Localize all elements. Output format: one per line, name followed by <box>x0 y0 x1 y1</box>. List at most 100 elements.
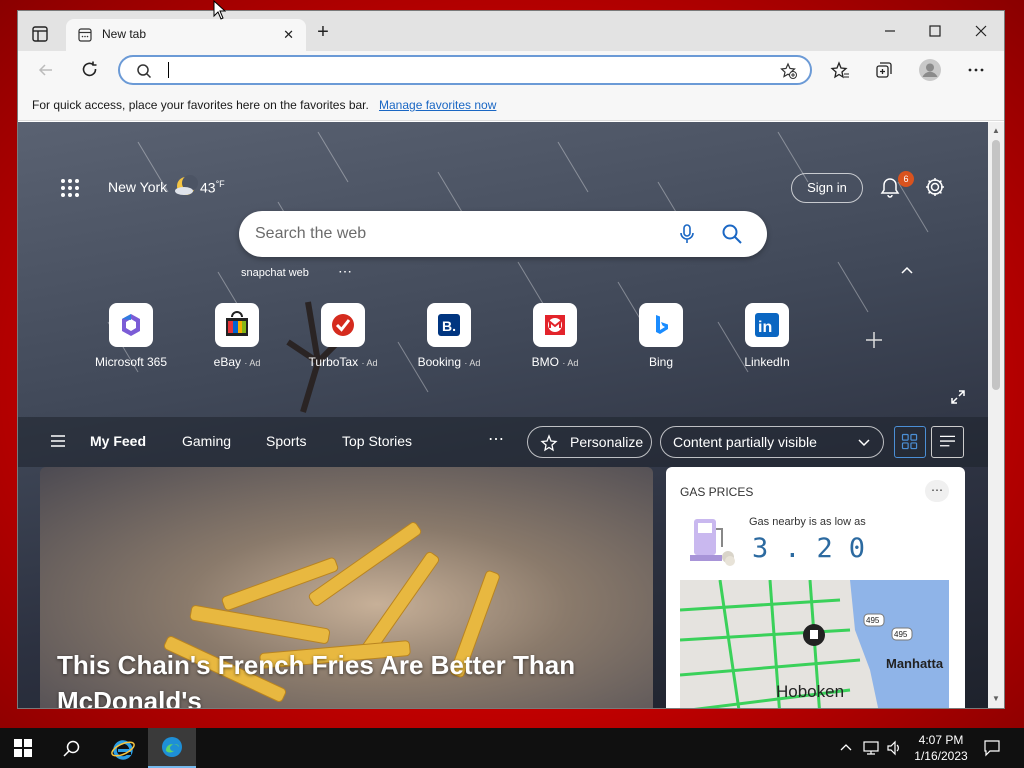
temperature-value: 43 <box>200 179 216 196</box>
refresh-icon[interactable] <box>80 60 100 80</box>
chevron-up-icon[interactable] <box>900 264 914 278</box>
expand-icon[interactable] <box>950 389 966 405</box>
apps-launcher-icon[interactable] <box>60 178 80 198</box>
hero-article-card[interactable]: This Chain's French Fries Are Better Tha… <box>40 467 653 708</box>
text-caret <box>168 62 169 78</box>
internet-explorer-icon[interactable] <box>110 736 136 762</box>
feed-more-button[interactable]: ⋯ <box>488 429 504 449</box>
system-clock[interactable]: 4:07 PM 1/16/2023 <box>910 732 972 764</box>
taskbar-search-icon[interactable] <box>61 739 81 759</box>
web-search-box[interactable]: Search the web <box>239 211 767 257</box>
ad-marker: · Ad <box>361 358 378 368</box>
linkedin-logo-text: in <box>758 319 772 336</box>
scroll-down-icon[interactable]: ▼ <box>991 694 1001 704</box>
tile-name: eBay <box>213 355 241 369</box>
tile-label: Microsoft 365 <box>86 355 176 369</box>
search-submit-icon[interactable] <box>721 223 743 245</box>
network-icon[interactable] <box>862 740 880 756</box>
address-input[interactable] <box>172 60 732 80</box>
tile-linkedin[interactable]: in LinkedIn <box>722 303 812 373</box>
tab-strip: New tab ✕ + <box>18 11 1004 51</box>
settings-more-icon[interactable] <box>966 60 986 80</box>
tile-booking[interactable]: B. Booking · Ad <box>404 303 494 373</box>
close-window-icon[interactable] <box>971 21 991 41</box>
chevron-down-icon <box>858 439 870 447</box>
tile-bmo[interactable]: BMO · Ad <box>510 303 600 373</box>
favorites-icon[interactable] <box>830 60 850 80</box>
weather-temperature: 43°F <box>200 179 225 196</box>
tile-icon-box <box>215 303 259 347</box>
maximize-icon[interactable] <box>925 21 945 41</box>
tile-icon-box <box>639 303 683 347</box>
mouse-cursor-icon <box>213 0 226 20</box>
notifications-button[interactable]: 6 <box>879 171 914 198</box>
manage-favorites-link[interactable]: Manage favorites now <box>379 98 496 112</box>
booking-logo-icon: B. <box>438 314 460 336</box>
tab-new-tab[interactable]: New tab ✕ <box>66 19 306 51</box>
sparkle-star-icon <box>540 434 558 452</box>
map-label-hoboken: Hoboken <box>776 682 845 701</box>
new-tab-button[interactable]: + <box>313 22 333 43</box>
quick-links: Microsoft 365 eBay · Ad TurboTax · Ad B.… <box>86 303 946 373</box>
new-tab-favicon-icon <box>78 28 92 42</box>
hamburger-menu-icon[interactable] <box>50 434 66 448</box>
gas-price-value: 3.20 <box>752 533 882 564</box>
tile-microsoft-365[interactable]: Microsoft 365 <box>86 303 176 373</box>
article-headline[interactable]: This Chain's French Fries Are Better Tha… <box>57 647 617 708</box>
trending-more-button[interactable]: ⋯ <box>338 263 352 280</box>
ad-marker: · Ad <box>464 358 481 368</box>
feed-tab-top-stories[interactable]: Top Stories <box>342 433 412 449</box>
favorites-bar: For quick access, place your favorites h… <box>18 89 1004 121</box>
tile-ebay[interactable]: eBay · Ad <box>192 303 282 373</box>
tile-turbotax[interactable]: TurboTax · Ad <box>298 303 388 373</box>
tile-label: TurboTax · Ad <box>298 355 388 369</box>
address-bar[interactable] <box>118 55 812 85</box>
taskbar: 4:07 PM 1/16/2023 <box>0 728 1024 768</box>
volume-icon[interactable] <box>886 740 902 756</box>
personalize-label: Personalize <box>570 434 644 450</box>
tray-overflow-icon[interactable] <box>840 742 852 754</box>
scroll-up-icon[interactable]: ▲ <box>991 126 1001 136</box>
action-center-icon[interactable] <box>983 739 1001 757</box>
minimize-icon[interactable] <box>880 21 900 41</box>
trending-search-link[interactable]: snapchat web <box>241 267 309 279</box>
grid-layout-button[interactable] <box>894 426 926 458</box>
gas-map[interactable]: 495 495 Hoboken Manhatta <box>680 580 949 708</box>
ad-marker: · Ad <box>244 358 261 368</box>
tile-icon-box: B. <box>427 303 471 347</box>
gear-icon[interactable] <box>924 176 946 198</box>
search-placeholder: Search the web <box>255 225 367 242</box>
tile-bing[interactable]: Bing <box>616 303 706 373</box>
taskbar-edge-button[interactable] <box>148 728 196 768</box>
add-favorite-icon[interactable] <box>780 62 798 80</box>
list-layout-button[interactable] <box>931 426 964 458</box>
scrollbar-thumb[interactable] <box>992 140 1000 390</box>
linkedin-logo-icon: in <box>755 313 779 337</box>
ebay-bag-icon <box>226 311 248 336</box>
toolbar <box>18 51 1004 89</box>
profile-avatar-icon[interactable] <box>919 59 941 81</box>
tab-actions-icon[interactable] <box>30 24 50 44</box>
content-visibility-value: Content partially visible <box>673 434 817 450</box>
add-shortcut-icon[interactable] <box>864 330 884 350</box>
gas-card-more-button[interactable]: ⋯ <box>925 480 949 502</box>
edge-icon <box>162 737 182 757</box>
gas-subtitle: Gas nearby is as low as <box>749 516 866 528</box>
feed-tab-my-feed[interactable]: My Feed <box>90 433 146 449</box>
back-icon[interactable] <box>36 60 56 80</box>
content-visibility-dropdown[interactable]: Content partially visible <box>660 426 884 458</box>
gas-pump-icon <box>690 519 735 566</box>
clock-date: 1/16/2023 <box>914 749 968 763</box>
microphone-icon[interactable] <box>677 223 697 245</box>
sign-in-button[interactable]: Sign in <box>791 173 863 203</box>
windows-start-icon[interactable] <box>14 739 32 757</box>
bing-logo-icon <box>656 315 668 334</box>
feed-tab-sports[interactable]: Sports <box>266 433 306 449</box>
page-scrollbar[interactable]: ▲ ▼ <box>988 122 1004 708</box>
feed-tab-gaming[interactable]: Gaming <box>182 433 231 449</box>
collections-icon[interactable] <box>874 60 894 80</box>
feed-navigation: My Feed Gaming Sports Top Stories ⋯ Pers… <box>18 417 988 467</box>
personalize-button[interactable]: Personalize <box>527 426 652 458</box>
close-tab-icon[interactable]: ✕ <box>283 27 294 43</box>
search-icon <box>137 64 152 79</box>
